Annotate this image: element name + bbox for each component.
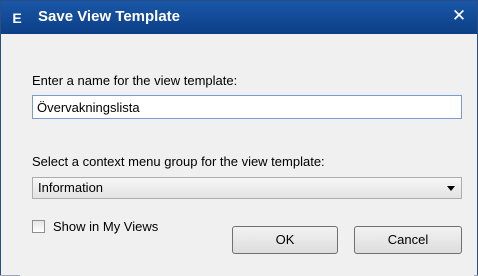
- group-label: Select a context menu group for the view…: [32, 154, 325, 169]
- template-name-input[interactable]: [32, 95, 462, 119]
- chevron-down-icon: [447, 186, 455, 191]
- name-label: Enter a name for the view template:: [32, 73, 238, 88]
- dialog-body: Enter a name for the view template: Sele…: [20, 36, 474, 276]
- dialog-title: Save View Template: [38, 8, 181, 25]
- app-icon: E: [12, 10, 22, 26]
- show-in-my-views-checkbox[interactable]: [32, 220, 45, 233]
- close-button[interactable]: ✕: [449, 6, 469, 26]
- ok-button[interactable]: OK: [232, 226, 338, 254]
- title-bar[interactable]: E Save View Template ✕: [1, 1, 477, 34]
- context-menu-group-select[interactable]: Information: [32, 177, 462, 199]
- show-in-my-views-label[interactable]: Show in My Views: [53, 219, 158, 234]
- close-icon: ✕: [451, 6, 467, 25]
- selected-group-value: Information: [38, 180, 104, 195]
- cancel-button[interactable]: Cancel: [354, 226, 462, 254]
- save-view-template-dialog: E Save View Template ✕ Enter a name for …: [0, 0, 478, 276]
